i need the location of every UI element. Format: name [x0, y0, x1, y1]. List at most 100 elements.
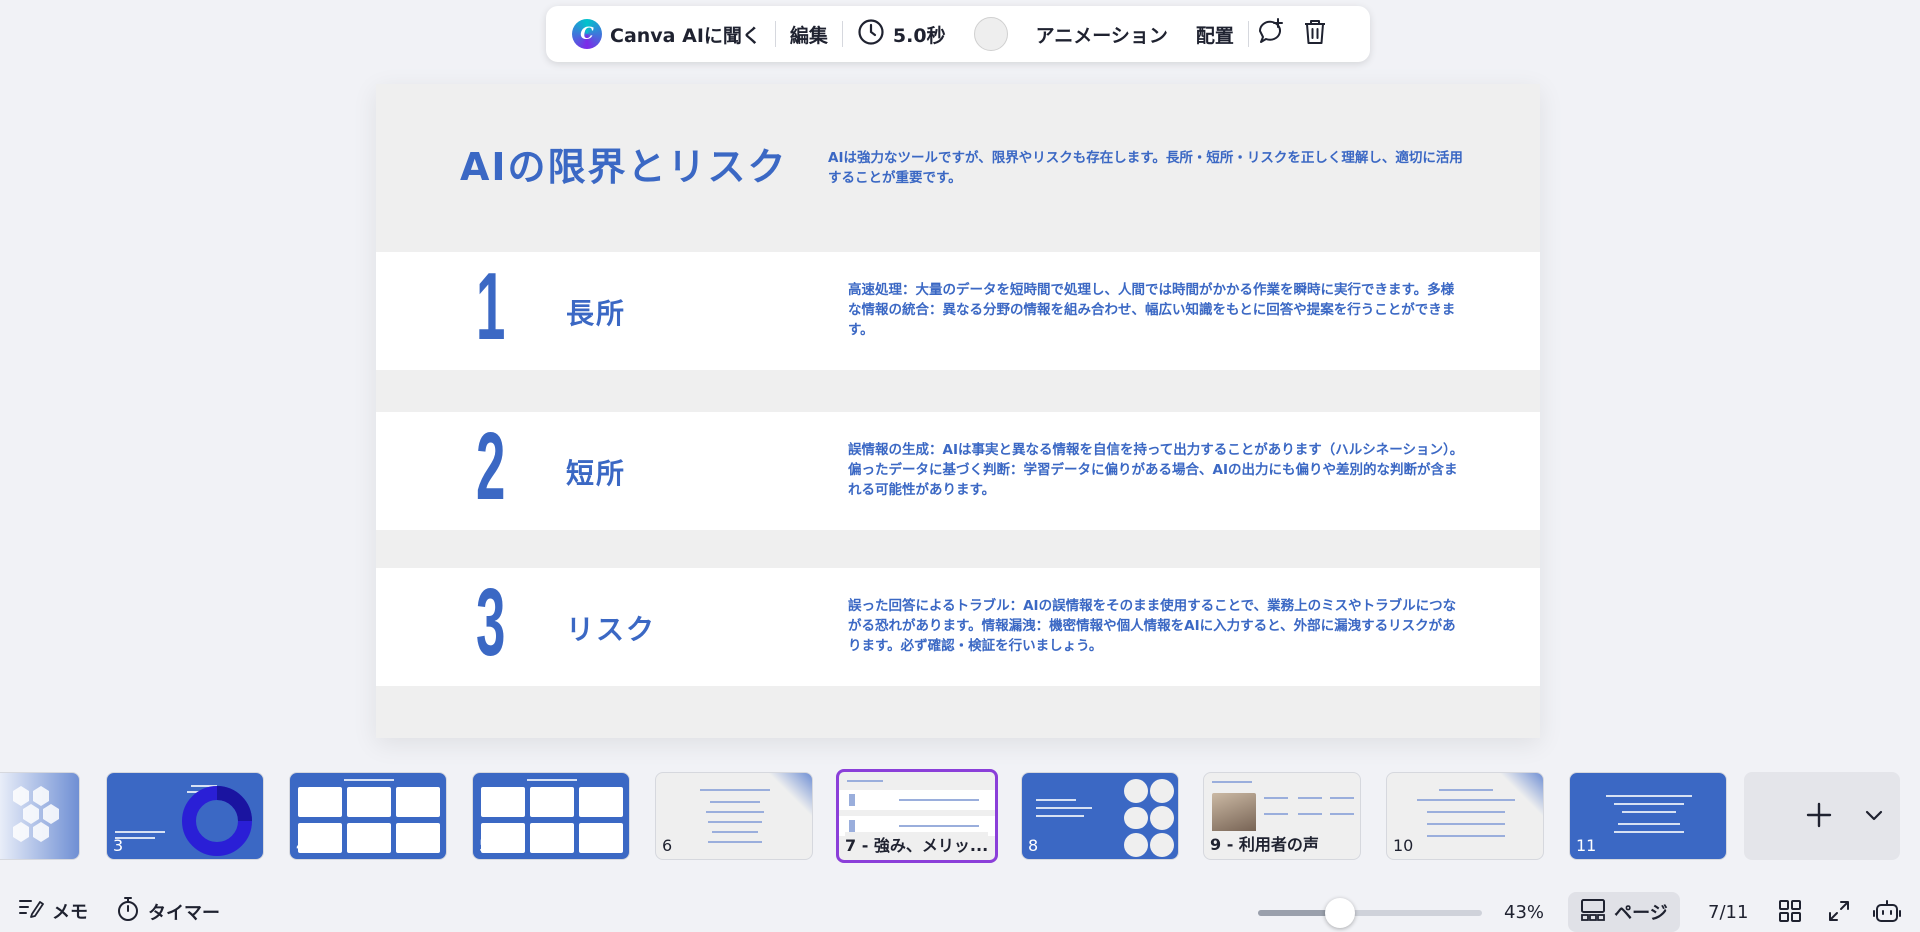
shape-pattern-icon [1124, 779, 1174, 857]
page-thumbnail[interactable] [0, 772, 80, 860]
thumb-card [347, 787, 391, 817]
ask-canva-ai-label: Canva AIに聞く [610, 24, 761, 47]
arrange-label: 配置 [1195, 24, 1234, 47]
arrange-button[interactable]: 配置 [1182, 14, 1248, 54]
thumb-text-line [1036, 807, 1092, 809]
slide-intro-text[interactable]: AIは強力なツールですが、限界やリスクも存在します。長所・短所・リスクを正しく理… [828, 148, 1468, 188]
edit-label: 編集 [789, 24, 828, 47]
pages-icon [1580, 898, 1606, 927]
chevron-down-icon [1865, 807, 1883, 826]
clock-icon [857, 18, 885, 51]
hexagon-pattern-icon [13, 786, 59, 842]
slide-title[interactable]: AIの限界とリスク [460, 136, 788, 191]
duration-label: 5.0秒 [892, 24, 946, 47]
thumb-page-number: 4 [296, 836, 307, 855]
animation-label: アニメーション [1035, 24, 1168, 47]
edit-button[interactable]: 編集 [776, 14, 842, 54]
thumb-text-line [708, 841, 762, 843]
thumb-text-line [1330, 813, 1354, 815]
thumb-card [579, 823, 623, 853]
zoom-slider[interactable] [1258, 910, 1482, 916]
thumb-card [298, 787, 342, 817]
thumb-text-line [527, 779, 577, 781]
thumb-text-line [1606, 795, 1692, 797]
page-thumbnail[interactable]: 6 [655, 772, 813, 860]
thumb-text-line [1618, 823, 1680, 825]
page-thumbnail[interactable]: 10 [1386, 772, 1544, 860]
page-thumbnail[interactable]: 11 [1569, 772, 1727, 860]
page-thumbnail[interactable]: 3 [106, 772, 264, 860]
thumb-text-line [1264, 813, 1288, 815]
thumb-card [579, 787, 623, 817]
thumb-page-number: 8 [1028, 836, 1039, 855]
thumb-row [839, 790, 995, 810]
stopwatch-icon [116, 896, 140, 927]
row-label: 短所 [566, 457, 627, 490]
assistant-button[interactable] [1872, 898, 1902, 928]
thumb-text-line [1036, 799, 1076, 801]
page-thumbnail[interactable]: 4 [289, 772, 447, 860]
bottom-bar: メモ タイマー 43% ページ 7/11 [0, 892, 1920, 932]
add-page-options-button[interactable] [1858, 798, 1890, 834]
thumb-card [396, 823, 440, 853]
context-toolbar: C Canva AIに聞く 編集 5.0秒 アニメーション 配置 [546, 6, 1370, 62]
thumb-text-line [712, 831, 758, 833]
add-comment-button[interactable] [1249, 14, 1293, 54]
zoom-slider-handle[interactable] [1325, 898, 1355, 928]
timer-label: タイマー [148, 902, 220, 924]
delete-button[interactable] [1293, 14, 1337, 54]
thumb-page-number: 6 [662, 836, 673, 855]
thumb-card [530, 823, 574, 853]
row-text: 誤情報の生成：AIは事実と異なる情報を自信を持って出力することがあります（ハルシ… [848, 442, 1464, 498]
duration-button[interactable]: 5.0秒 [843, 14, 960, 54]
timer-button[interactable]: タイマー [116, 896, 220, 927]
zoom-level: 43% [1504, 902, 1545, 923]
notes-button[interactable]: メモ [18, 896, 88, 925]
thumb-text-line [1298, 797, 1322, 799]
row-text: 高速処理：大量のデータを短時間で処理し、人間では時間がかかる作業を瞬時に実行でき… [848, 282, 1456, 338]
thumb-text-line [710, 801, 760, 803]
thumb-text-line [1417, 799, 1515, 801]
animation-button[interactable]: アニメーション [1022, 14, 1182, 54]
fullscreen-button[interactable] [1824, 898, 1854, 928]
thumb-text-line [344, 779, 394, 781]
background-color-button[interactable] [960, 14, 1022, 54]
notes-icon [18, 896, 44, 925]
thumb-text-line [115, 831, 165, 833]
expand-icon [1827, 899, 1851, 927]
slide-canvas[interactable]: AIの限界とリスク AIは強力なツールですが、限界やリスクも存在します。長所・短… [376, 84, 1540, 738]
thumb-text-line [1614, 831, 1684, 833]
pages-view-button[interactable]: ページ [1568, 892, 1680, 932]
thumb-text-line [1427, 823, 1505, 825]
page-thumbnail[interactable]: 5 [472, 772, 630, 860]
list-item[interactable]: 1 長所 高速処理：大量のデータを短時間で処理し、人間では時間がかかる作業を瞬時… [376, 252, 1540, 370]
grid-icon [1778, 899, 1802, 927]
thumb-text-line [1212, 781, 1252, 783]
thumb-text-line [1427, 835, 1505, 837]
add-page-panel [1744, 772, 1900, 860]
thumb-page-number: 3 [113, 836, 124, 855]
thumb-text-line [708, 821, 762, 823]
thumb-text-line [700, 789, 770, 791]
row-label: リスク [566, 613, 657, 646]
thumb-text-line [1427, 811, 1505, 813]
thumb-page-label: 7 - 強み、メリッ... [845, 832, 989, 856]
row-number: 2 [476, 413, 506, 520]
thumb-text-line [1622, 811, 1676, 813]
list-item[interactable]: 2 短所 誤情報の生成：AIは事実と異なる情報を自信を持って出力することがありま… [376, 412, 1540, 530]
page-thumbnail[interactable]: 8 [1021, 772, 1179, 860]
plus-icon [1806, 793, 1832, 837]
thumb-text-line [1614, 803, 1684, 805]
thumb-text-line [1439, 789, 1493, 791]
thumb-text-line [1036, 815, 1084, 817]
thumb-text-line [849, 794, 855, 806]
thumb-page-number: 11 [1576, 836, 1597, 855]
comment-plus-icon [1256, 17, 1286, 51]
page-thumbnail-active[interactable]: 7 - 強み、メリッ... [836, 769, 998, 863]
list-item[interactable]: 3 リスク 誤った回答によるトラブル：AIの誤情報をそのまま使用することで、業務… [376, 568, 1540, 686]
page-thumbnail[interactable]: 9 - 利用者の声 [1203, 772, 1361, 860]
ask-canva-ai-button[interactable]: C Canva AIに聞く [558, 14, 775, 54]
thumb-text-line [899, 825, 979, 827]
grid-view-button[interactable] [1775, 898, 1805, 928]
add-page-button[interactable] [1794, 790, 1844, 840]
